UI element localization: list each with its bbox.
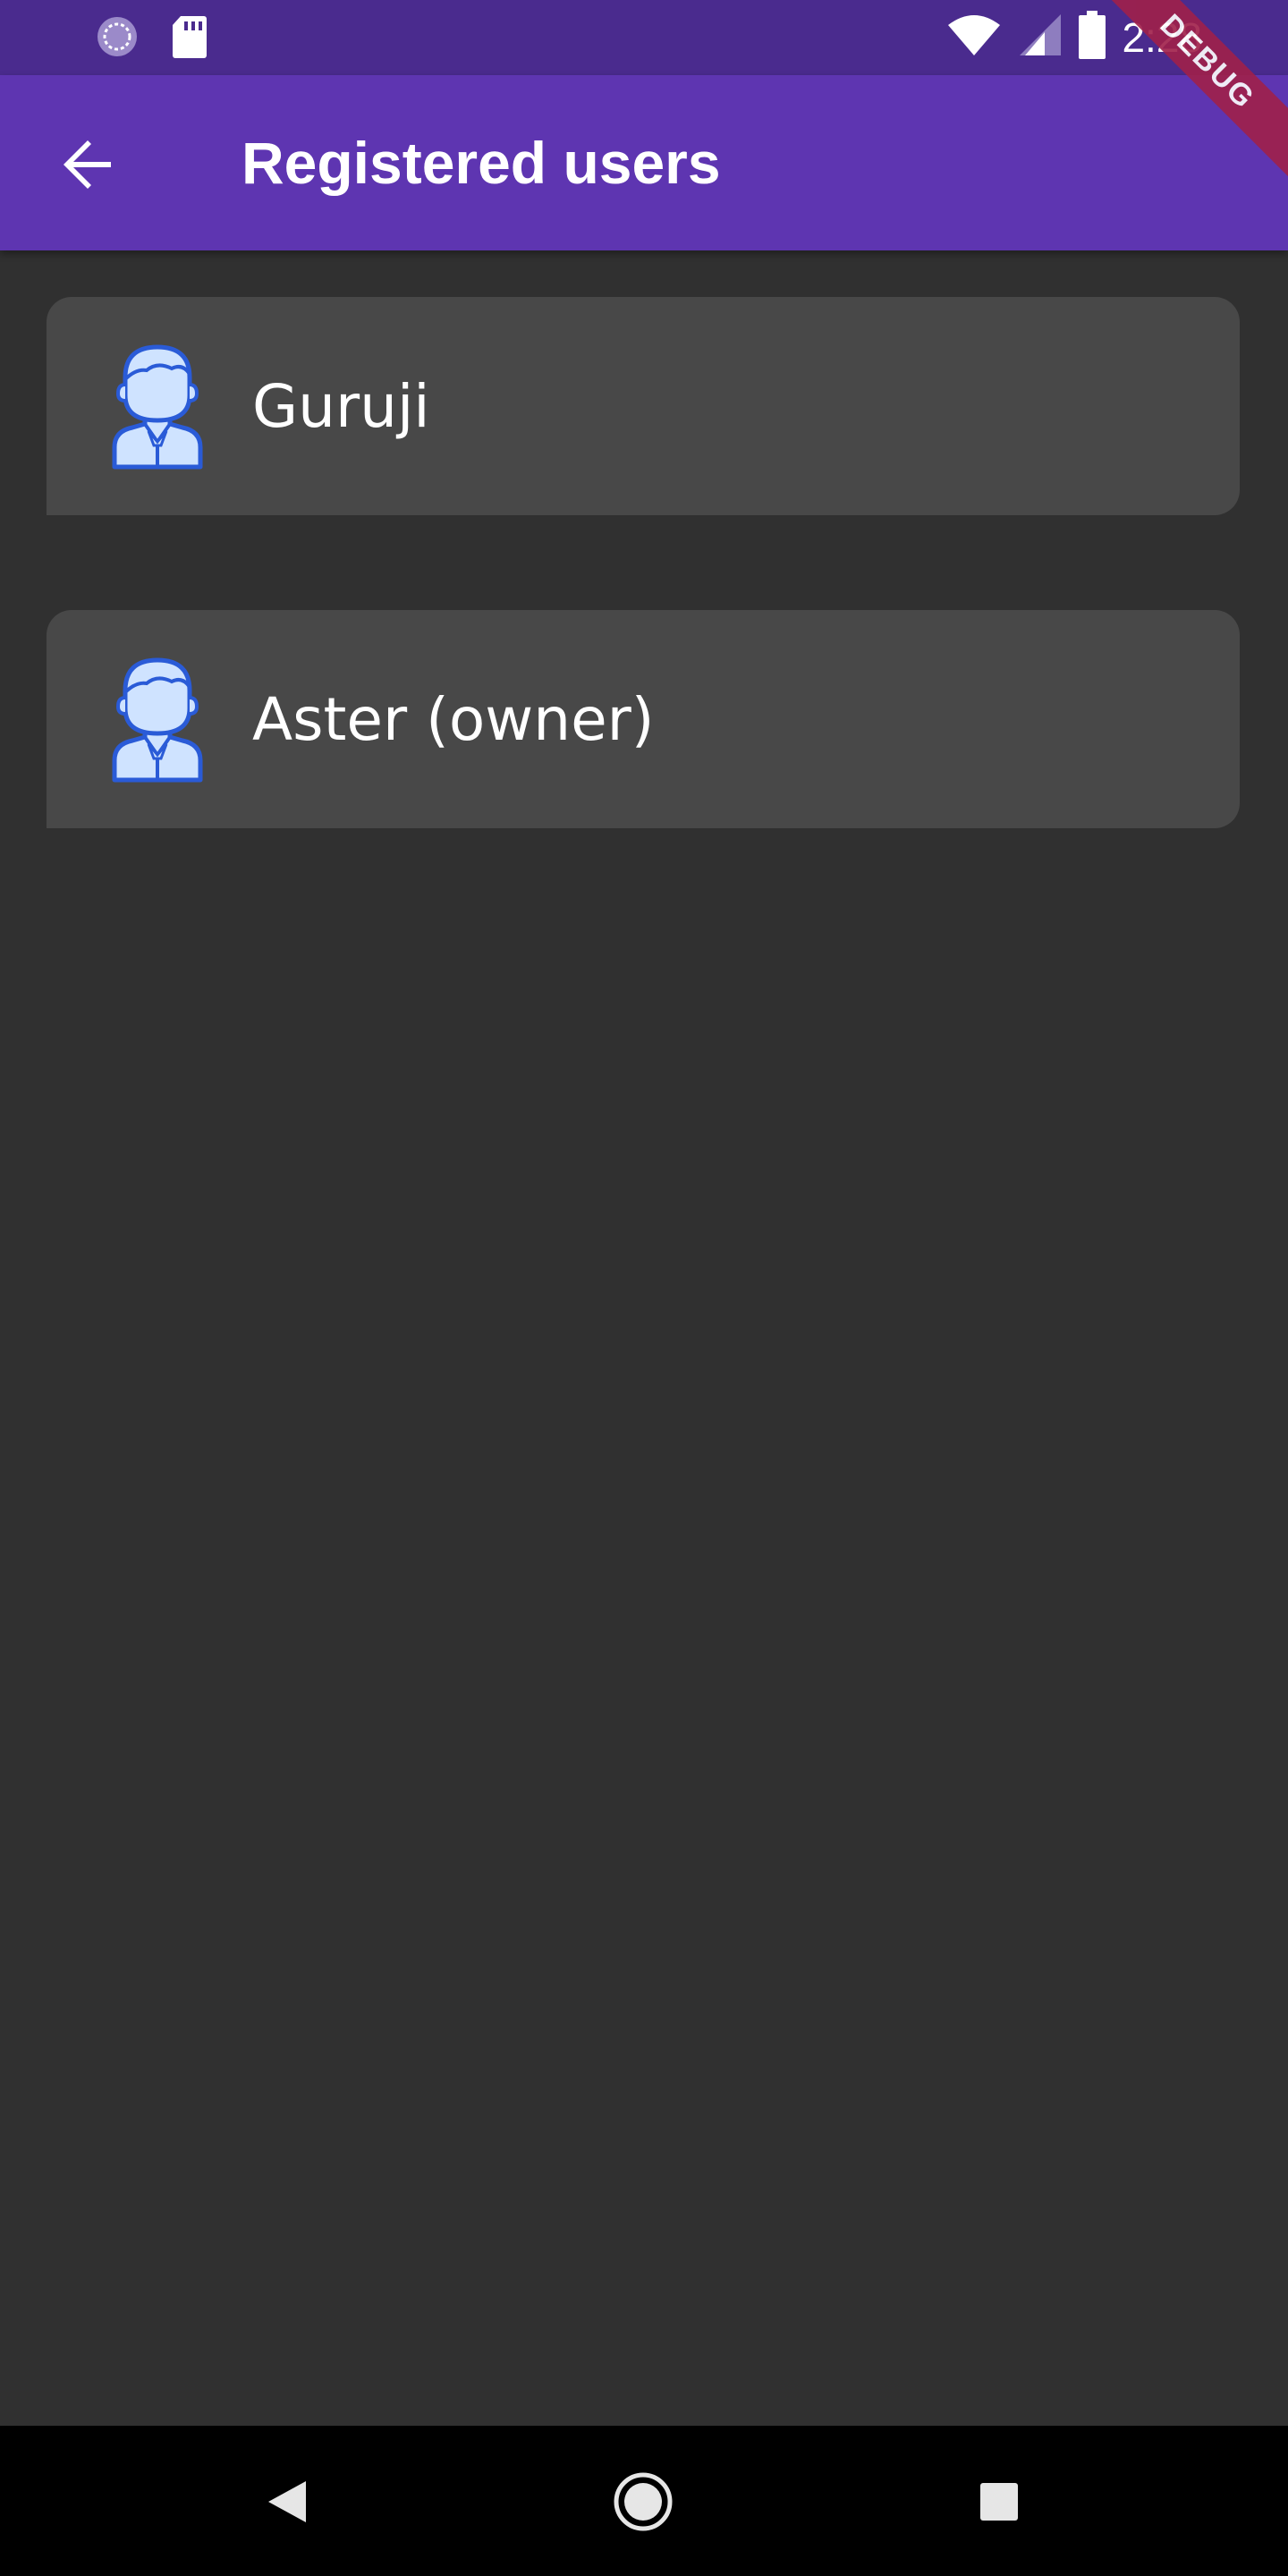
user-list: Guruji Aster (owner): [47, 297, 1240, 923]
nav-recents-button[interactable]: [968, 2470, 1030, 2533]
sd-card-icon: [172, 14, 208, 64]
user-name: Guruji: [252, 371, 430, 441]
app-bar: Registered users: [0, 75, 1288, 250]
nav-home-button[interactable]: [612, 2470, 674, 2533]
system-nav-bar: [0, 2426, 1288, 2576]
user-name: Aster (owner): [252, 684, 655, 754]
user-avatar-icon: [112, 344, 203, 470]
arrow-back-icon: [64, 140, 111, 189]
status-left-icons: [95, 14, 208, 64]
user-avatar-icon: [112, 657, 203, 783]
signal-icon: [1018, 13, 1063, 62]
page-title: Registered users: [242, 130, 721, 196]
list-item[interactable]: Guruji: [47, 297, 1240, 515]
sync-icon: [95, 14, 140, 64]
list-item[interactable]: Aster (owner): [47, 610, 1240, 828]
battery-icon: [1079, 11, 1106, 64]
back-button[interactable]: [47, 123, 129, 206]
status-bar: 2:28: [0, 0, 1288, 75]
wifi-icon: [946, 13, 1002, 62]
home-circle-icon: [614, 2472, 673, 2531]
recents-square-icon: [980, 2483, 1018, 2521]
nav-back-button[interactable]: [256, 2470, 318, 2533]
back-triangle-icon: [268, 2481, 306, 2522]
